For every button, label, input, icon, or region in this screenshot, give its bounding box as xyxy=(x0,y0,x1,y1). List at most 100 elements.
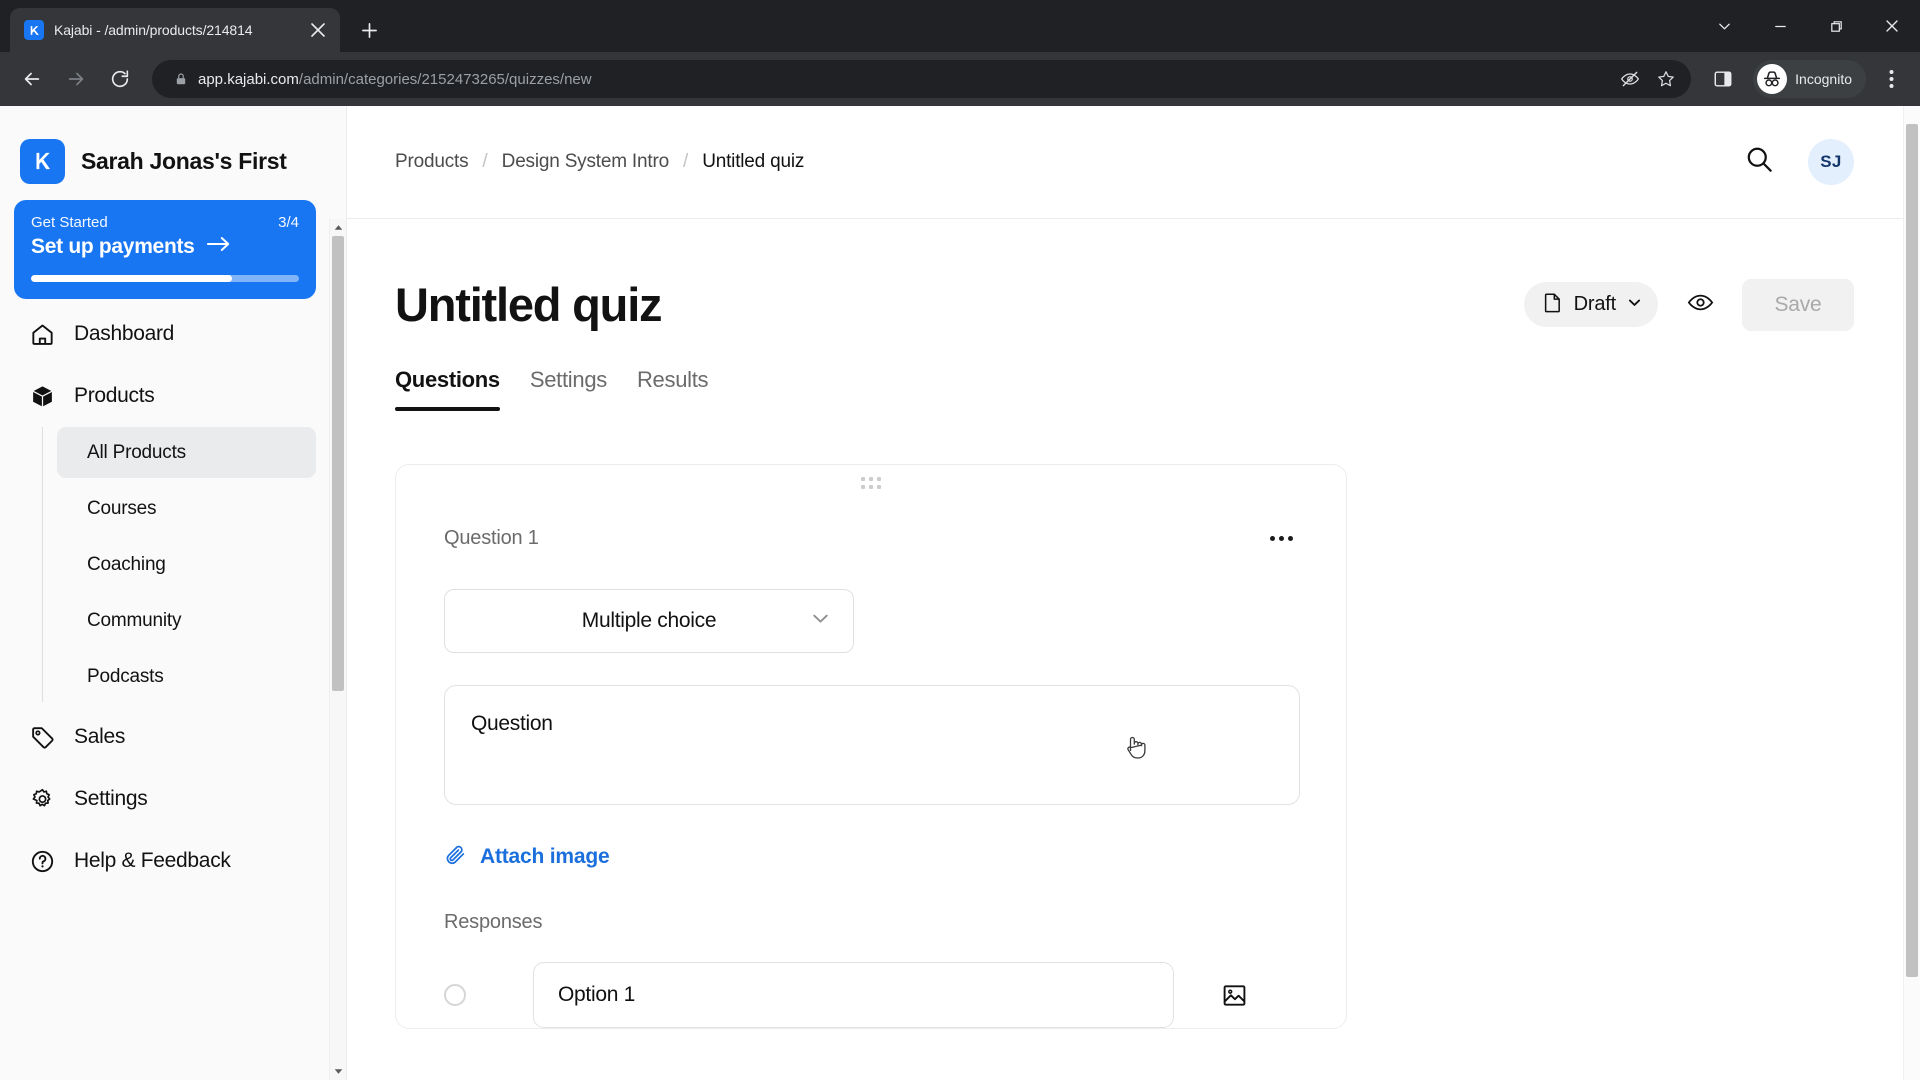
address-bar-url: app.kajabi.com/admin/categories/21524732… xyxy=(198,71,1613,88)
page-tabs: Questions Settings Results xyxy=(395,367,1854,411)
tag-icon xyxy=(28,725,56,750)
sidebar-subitem-label: All Products xyxy=(87,441,186,463)
gear-icon xyxy=(28,787,56,812)
arrow-right-icon xyxy=(206,235,231,259)
drag-handle[interactable] xyxy=(396,477,1346,489)
sidebar-item-coaching[interactable]: Coaching xyxy=(57,539,316,590)
scroll-up-icon[interactable] xyxy=(330,219,346,236)
address-bar-path: /admin/categories/2152473265/quizzes/new xyxy=(298,70,592,88)
breadcrumb-item-design-system-intro[interactable]: Design System Intro xyxy=(502,151,669,173)
radio-unchecked-icon[interactable] xyxy=(444,984,466,1006)
get-started-progress-fill xyxy=(31,275,232,282)
attach-image-button[interactable]: Attach image xyxy=(444,843,1298,871)
tab-label: Settings xyxy=(529,367,607,392)
reload-icon[interactable] xyxy=(100,59,140,99)
address-bar-domain: app.kajabi.com xyxy=(198,70,299,88)
sidebar-item-dashboard[interactable]: Dashboard xyxy=(14,307,316,361)
sidebar-item-settings[interactable]: Settings xyxy=(14,772,316,826)
tab-questions[interactable]: Questions xyxy=(395,367,500,411)
paperclip-icon xyxy=(444,843,467,871)
attach-image-label: Attach image xyxy=(480,845,610,868)
kajabi-logo-icon xyxy=(24,20,44,40)
side-panel-icon[interactable] xyxy=(1703,59,1743,99)
sidebar-subitem-label: Courses xyxy=(87,497,157,519)
sidebar-item-products[interactable]: Products xyxy=(14,369,316,423)
scroll-down-icon[interactable] xyxy=(330,1063,346,1080)
avatar[interactable]: SJ xyxy=(1808,139,1854,185)
image-icon[interactable] xyxy=(1217,978,1251,1012)
get-started-title-row: Set up payments xyxy=(31,235,299,259)
sidebar-item-label: Dashboard xyxy=(74,322,175,345)
sidebar-item-sales[interactable]: Sales xyxy=(14,710,316,764)
incognito-label: Incognito xyxy=(1795,71,1852,87)
plus-icon xyxy=(361,22,377,38)
lock-icon xyxy=(168,72,194,86)
status-badge[interactable]: Draft xyxy=(1523,282,1658,327)
browser-tab[interactable]: Kajabi - /admin/products/214814 xyxy=(10,8,340,52)
brand-header[interactable]: Sarah Jonas's First xyxy=(0,106,346,192)
minimize-icon[interactable] xyxy=(1752,0,1808,52)
drag-dots-icon xyxy=(861,477,881,489)
sidebar-item-all-products[interactable]: All Products xyxy=(57,427,316,478)
breadcrumb-separator: / xyxy=(482,151,488,172)
close-icon[interactable] xyxy=(306,18,330,42)
preview-button[interactable] xyxy=(1680,285,1720,325)
new-tab-button[interactable] xyxy=(350,11,388,49)
breadcrumb-item-products[interactable]: Products xyxy=(395,151,469,173)
responses-label: Responses xyxy=(444,911,543,933)
home-icon xyxy=(28,322,56,347)
search-icon[interactable] xyxy=(1745,145,1774,179)
box-icon xyxy=(28,384,56,409)
avatar-initials: SJ xyxy=(1820,152,1842,171)
sidebar-item-label: Products xyxy=(74,384,155,407)
sidebar-item-help-feedback[interactable]: Help & Feedback xyxy=(14,834,316,888)
tab-label: Results xyxy=(636,367,709,392)
page-scrollbar[interactable] xyxy=(1903,106,1920,1080)
eye-icon xyxy=(1687,289,1714,321)
document-icon xyxy=(1542,292,1563,318)
omnibox-actions xyxy=(1613,62,1683,96)
products-subnav: All Products Courses Coaching Community … xyxy=(42,427,316,702)
status-badge-label: Draft xyxy=(1573,293,1617,315)
sidebar-subitem-label: Podcasts xyxy=(87,665,164,687)
sidebar-scroll-area: Get Started 3/4 Set up payments Dashboar… xyxy=(0,192,346,1080)
chevron-down-icon xyxy=(1627,295,1642,315)
sidebar-scrollbar-thumb[interactable] xyxy=(332,236,344,691)
sidebar-item-courses[interactable]: Courses xyxy=(57,483,316,534)
kebab-menu-icon[interactable] xyxy=(1874,59,1908,99)
maximize-icon[interactable] xyxy=(1808,0,1864,52)
page-title-row: Untitled quiz Draft Save xyxy=(395,219,1854,332)
more-horizontal-icon[interactable] xyxy=(1264,521,1298,555)
sidebar-item-podcasts[interactable]: Podcasts xyxy=(57,651,316,702)
question-label: Question 1 xyxy=(444,526,539,549)
sidebar-item-label: Settings xyxy=(74,787,148,810)
sidebar-scrollbar-track[interactable] xyxy=(330,236,346,1063)
brand-name: Sarah Jonas's First xyxy=(81,147,287,174)
address-bar[interactable]: app.kajabi.com/admin/categories/21524732… xyxy=(152,60,1692,98)
question-text-input[interactable]: Question xyxy=(444,685,1300,805)
eye-off-icon[interactable] xyxy=(1613,62,1647,96)
question-type-select[interactable]: Multiple choice xyxy=(444,589,854,653)
question-type-value: Multiple choice xyxy=(581,609,717,632)
incognito-profile-button[interactable]: Incognito xyxy=(1753,60,1866,98)
chevron-down-icon[interactable] xyxy=(1696,0,1752,52)
forward-arrow-icon[interactable] xyxy=(56,59,96,99)
page-title: Untitled quiz xyxy=(395,278,663,331)
page-content: Untitled quiz Draft Save Questions Setti… xyxy=(347,219,1920,1080)
sidebar-scrollbar[interactable] xyxy=(329,219,346,1080)
star-icon[interactable] xyxy=(1649,62,1683,96)
incognito-icon xyxy=(1757,64,1788,94)
kajabi-logo-icon xyxy=(20,138,65,184)
sidebar-item-label: Help & Feedback xyxy=(74,849,231,872)
save-button[interactable]: Save xyxy=(1742,278,1854,331)
get-started-label: Get Started xyxy=(31,214,108,231)
question-text-placeholder: Question xyxy=(471,712,553,735)
tab-results[interactable]: Results xyxy=(636,367,709,411)
get-started-card[interactable]: Get Started 3/4 Set up payments xyxy=(14,200,316,299)
response-option-input[interactable]: Option 1 xyxy=(533,962,1174,1028)
back-arrow-icon[interactable] xyxy=(12,59,52,99)
page-scrollbar-thumb[interactable] xyxy=(1906,124,1918,977)
sidebar-item-community[interactable]: Community xyxy=(57,595,316,646)
tab-settings[interactable]: Settings xyxy=(530,367,607,411)
close-icon[interactable] xyxy=(1864,0,1920,52)
